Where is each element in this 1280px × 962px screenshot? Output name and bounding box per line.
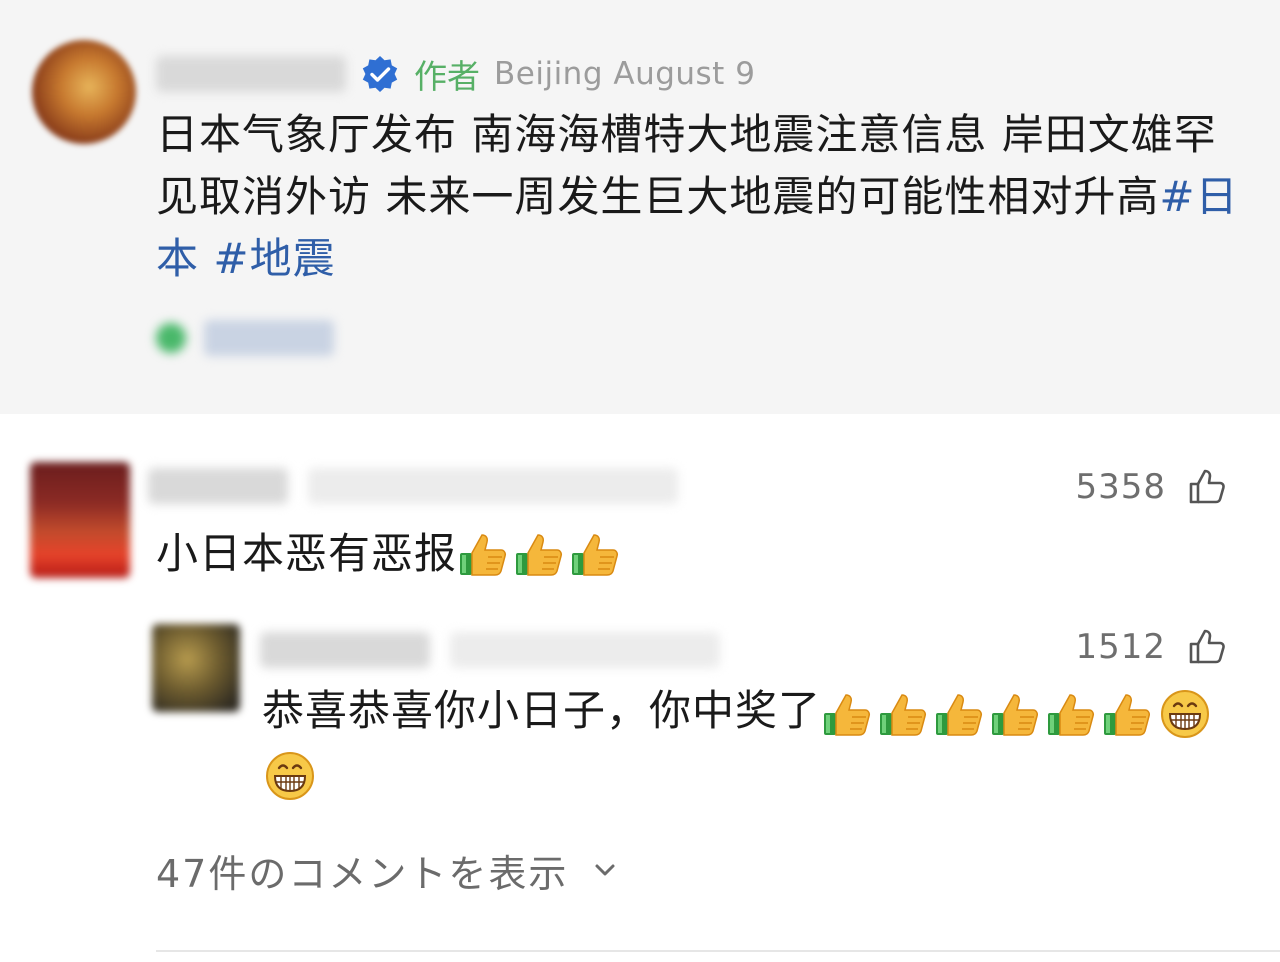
comment-thread-page: 作者 Beijing August 9 日本气象厅发布 南海海槽特大地震注意信息… [0, 0, 1280, 962]
chevron-down-icon [595, 864, 615, 876]
like-counter[interactable]: 1512 [1075, 626, 1228, 668]
like-count: 5358 [1075, 467, 1166, 507]
comment-text-row: 小日本恶有恶报 [156, 524, 625, 584]
thumbs-up-emoji [516, 534, 563, 576]
author-tag: 作者 [414, 57, 480, 96]
commenter-meta-row [148, 462, 678, 510]
location-text-blurred [204, 320, 334, 356]
like-counter[interactable]: 5358 [1075, 466, 1228, 508]
location-tag[interactable] [156, 310, 334, 366]
view-more-replies-button[interactable]: 47件のコメントを表示 [156, 840, 620, 900]
thumbs-up-outline-icon[interactable] [1186, 626, 1228, 668]
comment-text-block: 恭喜恭喜你小日子，你中奖了 [262, 680, 1242, 804]
section-divider [156, 950, 1280, 952]
commenter-meta-row [260, 626, 720, 674]
grinning-face-emoji [1161, 689, 1210, 738]
grinning-face-emoji [266, 751, 314, 800]
thumbs-up-emoji [824, 693, 871, 736]
commenter-name-blurred[interactable] [260, 632, 430, 668]
author-name-blurred[interactable] [156, 56, 346, 92]
thumbs-up-outline-icon[interactable] [1186, 466, 1228, 508]
thumbs-up-emoji [880, 693, 927, 736]
thumbs-up-emoji [936, 693, 983, 736]
post-body: 日本气象厅发布 南海海槽特大地震注意信息 岸田文雄罕见取消外访 未来一周发生巨大… [156, 104, 1246, 290]
comment-text: 小日本恶有恶报 [156, 529, 458, 578]
comment-time-blurred [450, 632, 720, 668]
thumbs-up-emoji [460, 534, 507, 576]
like-count: 1512 [1075, 627, 1166, 667]
author-meta-row: 作者 Beijing August 9 [156, 46, 755, 102]
comment: 5358 小日本恶有恶报 [0, 414, 1280, 604]
post-text: 日本气象厅发布 南海海槽特大地震注意信息 岸田文雄罕见取消外访 未来一周发生巨大… [156, 110, 1217, 221]
comment-text: 恭喜恭喜你小日子，你中奖了 [262, 686, 822, 735]
commenter-name-blurred[interactable] [148, 468, 288, 504]
author-avatar[interactable] [32, 40, 136, 144]
thumbs-up-emoji [572, 534, 619, 576]
reply-comment: 1512 恭喜恭喜你小日子，你中奖了 [0, 604, 1280, 834]
commenter-avatar[interactable] [30, 462, 130, 578]
thumbs-up-emoji [992, 693, 1039, 736]
author-post: 作者 Beijing August 9 日本气象厅发布 南海海槽特大地震注意信息… [0, 0, 1280, 414]
location-icon [156, 323, 186, 353]
verified-badge-icon [360, 54, 400, 94]
comment-time-blurred [308, 468, 678, 504]
thumbs-up-emoji [1048, 693, 1095, 736]
thumbs-up-emoji [1104, 693, 1151, 736]
commenter-avatar[interactable] [152, 624, 240, 712]
view-more-label: 47件のコメントを表示 [156, 851, 569, 896]
post-time: Beijing August 9 [494, 56, 756, 92]
hashtag-earthquake[interactable]: #地震 [213, 234, 335, 283]
